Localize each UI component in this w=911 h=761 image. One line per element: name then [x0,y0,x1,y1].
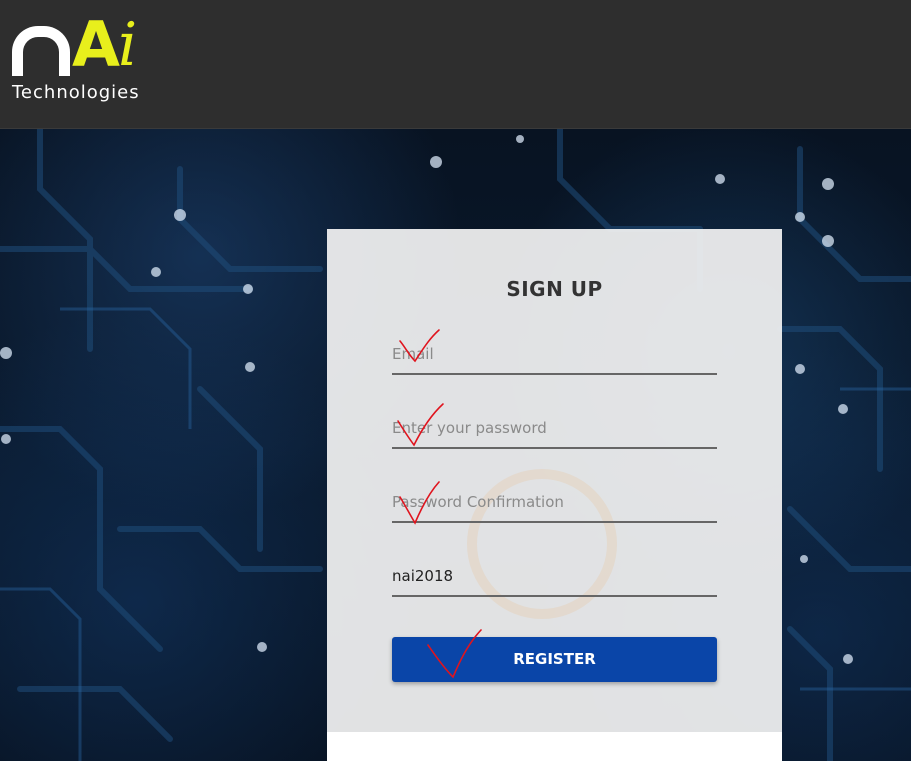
password-input[interactable] [392,413,717,443]
password-field [392,411,717,449]
password-confirmation-field [392,485,717,523]
logo-letter-i: i [118,10,138,80]
logo-n-shape [12,26,70,76]
nai-logo[interactable]: A i Technologies [10,12,150,108]
signup-card: SIGN UP REGISTER [327,229,782,732]
logo-letter-a: A [72,8,120,81]
top-header: A i Technologies [0,0,911,129]
card-footer-panel [327,732,782,761]
code-field [392,559,717,597]
email-input[interactable] [392,339,717,369]
logo-subtitle: Technologies [12,82,140,103]
code-input[interactable] [392,561,717,591]
signup-title: SIGN UP [506,277,603,301]
email-field [392,337,717,375]
password-confirmation-input[interactable] [392,487,717,517]
register-button[interactable]: REGISTER [392,637,717,682]
